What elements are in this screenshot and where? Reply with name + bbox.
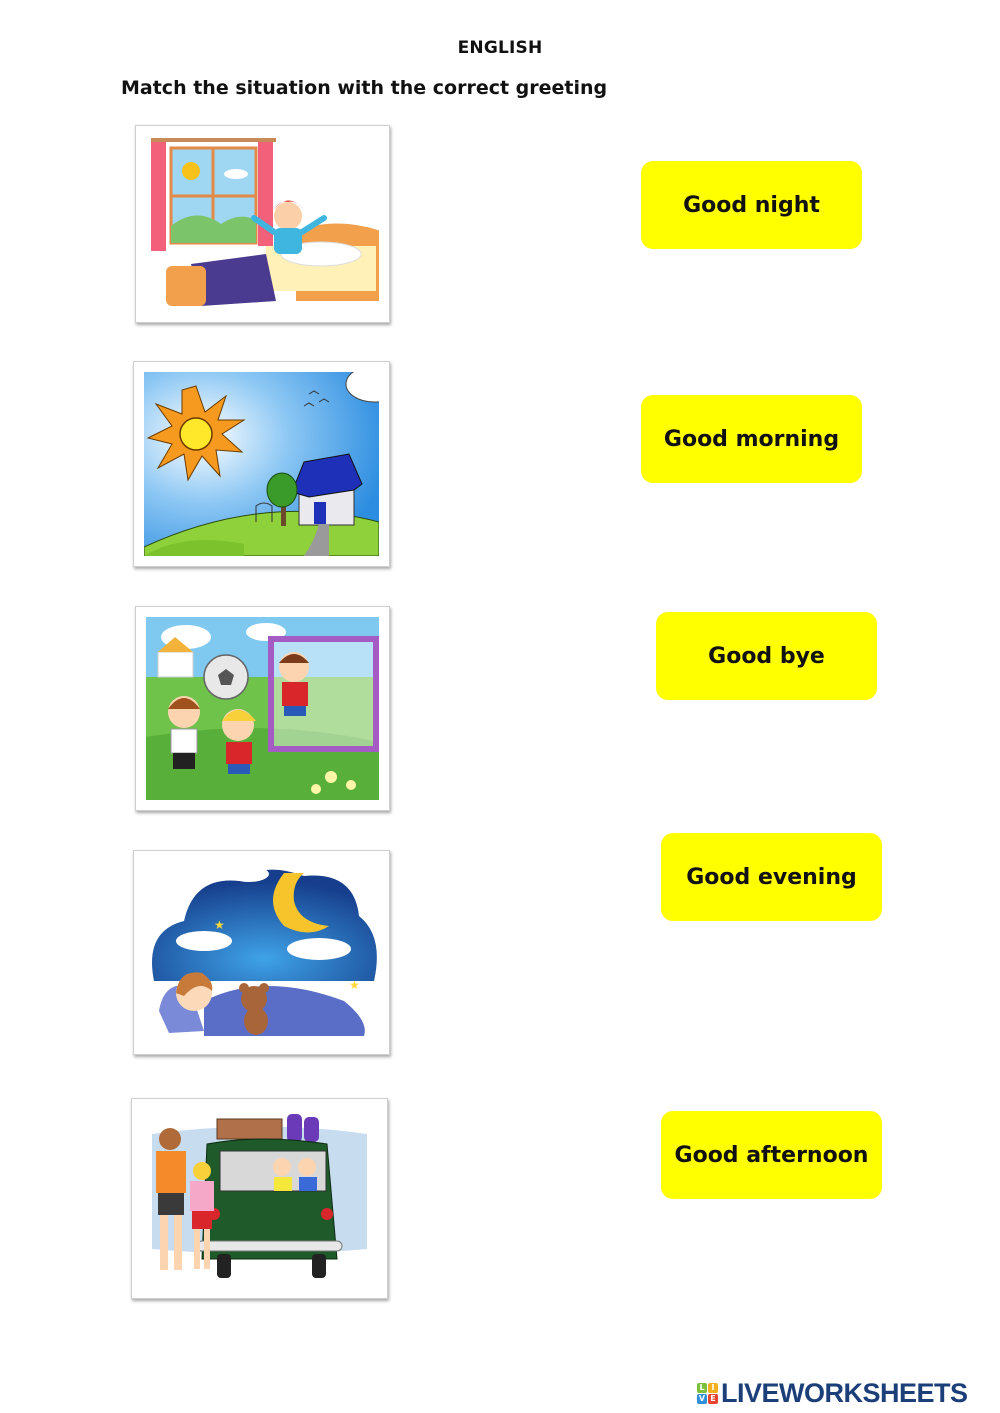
picture-goodbye [131,1098,388,1299]
greeting-good-morning[interactable]: Good morning [641,395,862,483]
picture-sleeping: ★ ★ [133,850,390,1055]
goodbye-illustration [142,1109,377,1288]
star-icon: ★ [214,918,225,932]
greeting-good-night[interactable]: Good night [641,161,862,249]
logo-tile: V [697,1394,707,1404]
logo-tile: L [697,1383,707,1393]
liveworksheets-logo: L I V E LIVEWORKSHEETS [697,1378,968,1409]
football-illustration [146,617,379,800]
greeting-good-evening[interactable]: Good evening [661,833,882,921]
instruction-text: Match the situation with the correct gre… [121,77,608,99]
logo-tile: E [708,1394,718,1404]
logo-tile: I [708,1383,718,1393]
picture-wake-up [135,125,390,323]
greeting-good-bye[interactable]: Good bye [656,612,877,700]
star-icon: ★ [349,978,360,992]
picture-football [135,606,390,811]
greeting-good-afternoon[interactable]: Good afternoon [661,1111,882,1199]
logo-text: LIVEWORKSHEETS [721,1378,968,1408]
sun-icon [182,162,200,180]
curtain-left [151,141,166,251]
sleeping-illustration: ★ ★ [144,861,379,1044]
worksheet-title: ENGLISH [457,38,543,58]
sunny-day-illustration [144,372,379,556]
logo-tiles-icon: L I V E [697,1383,718,1404]
wake-up-illustration [146,136,379,312]
picture-sunny-day [133,361,390,567]
